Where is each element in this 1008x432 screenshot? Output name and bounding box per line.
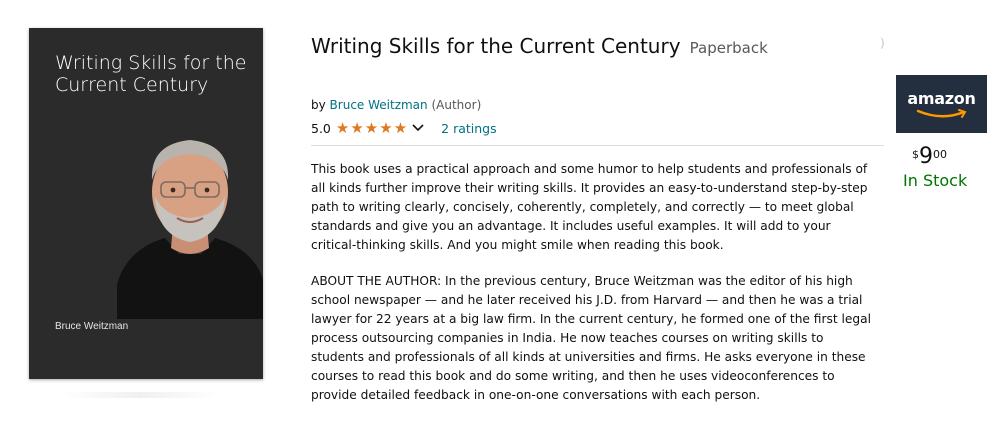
star-icon: ★ [364, 118, 379, 137]
price-fraction: 00 [933, 148, 947, 161]
star-icon: ★ [350, 118, 364, 137]
edge-decoration: ) [880, 36, 885, 50]
stock-status: In Stock [903, 171, 968, 190]
byline: by Bruce Weitzman (Author) [311, 98, 481, 112]
star-icon: ★ [393, 118, 408, 137]
price: $900 [912, 144, 947, 169]
cover-title: Writing Skills for the Current Century [55, 52, 247, 96]
price-whole: 9 [919, 144, 933, 169]
star-icon: ★ [379, 118, 393, 137]
byline-prefix: by [311, 98, 326, 112]
author-link[interactable]: Bruce Weitzman [330, 98, 428, 112]
chevron-down-icon[interactable] [412, 124, 424, 132]
rating-value: 5.0 [311, 120, 331, 136]
description-text: This book uses a practical approach and … [311, 162, 868, 252]
product-title-row: Writing Skills for the Current Century P… [311, 34, 768, 58]
book-cover-image[interactable]: Writing Skills for the Current Century B… [29, 28, 263, 379]
divider [311, 145, 884, 146]
product-description: This book uses a practical approach and … [311, 160, 879, 405]
amazon-smile-icon [916, 109, 967, 118]
amazon-logo-text: amazon [907, 89, 976, 108]
ratings-count-link[interactable]: 2 ratings [441, 121, 496, 136]
price-symbol: $ [912, 148, 919, 161]
product-format: Paperback [689, 39, 768, 57]
cover-author: Bruce Weitzman [55, 321, 129, 332]
amazon-logo[interactable]: amazon [896, 75, 987, 133]
author-role: (Author) [431, 98, 482, 112]
about-author-text: ABOUT THE AUTHOR: In the previous centur… [311, 274, 871, 402]
star-rating[interactable]: ★ ★ ★ ★ ★ [335, 118, 408, 137]
product-title: Writing Skills for the Current Century [311, 34, 681, 58]
cover-shadow [60, 392, 220, 398]
rating-row: 5.0 ★ ★ ★ ★ ★ 2 ratings [311, 120, 497, 136]
author-portrait [117, 140, 263, 319]
star-icon: ★ [335, 118, 350, 137]
